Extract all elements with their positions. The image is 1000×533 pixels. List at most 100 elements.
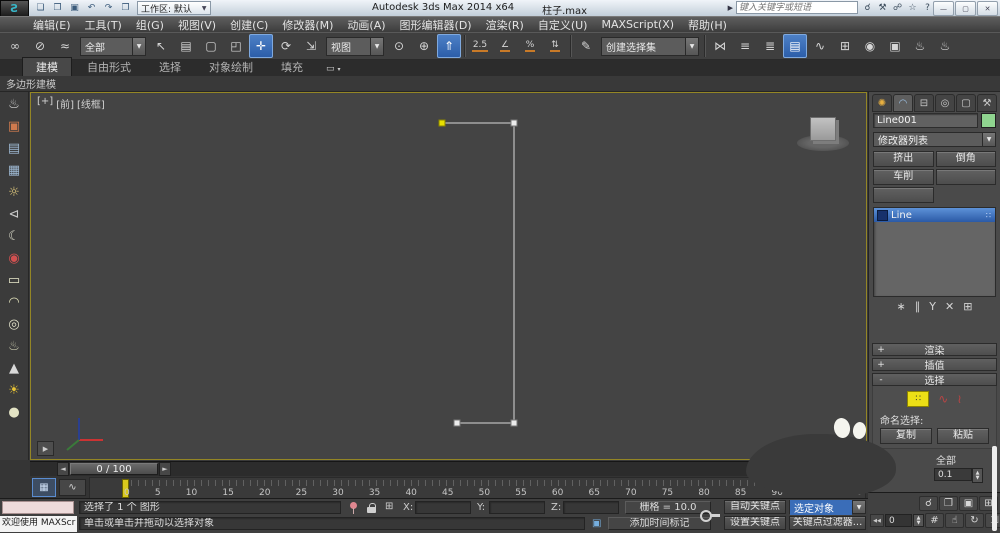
make-unique-icon[interactable]: Y bbox=[929, 300, 936, 313]
track-bar[interactable]: ▦ ∿ 0 5 10 15 20 25 30 35 40 45 50 55 60 65 70 75 80 85 90… bbox=[30, 476, 868, 499]
orbit-icon[interactable]: ↻ bbox=[965, 513, 984, 528]
zoom-region-icon[interactable]: # bbox=[925, 513, 944, 528]
menu-item[interactable]: 创建(C) bbox=[223, 17, 275, 33]
minimize-button[interactable]: — bbox=[933, 1, 954, 16]
display-tab-icon[interactable]: ▢ bbox=[956, 94, 976, 112]
search-icon[interactable]: ☌ bbox=[861, 3, 874, 13]
show-end-result-icon[interactable]: ∥ bbox=[915, 300, 921, 313]
snaps-toggle-icon[interactable]: 2.5 bbox=[468, 34, 492, 58]
subscription-icon[interactable]: ⚒ bbox=[876, 3, 889, 13]
modifier-stack[interactable]: Line ∷ bbox=[873, 207, 996, 297]
open-file-icon[interactable]: ❐ bbox=[50, 2, 65, 15]
x-coordinate-field[interactable] bbox=[415, 501, 471, 514]
material-editor-icon[interactable]: ▣ bbox=[4, 117, 24, 136]
menu-item[interactable]: 图形编辑器(D) bbox=[393, 17, 479, 33]
ribbon-tab[interactable]: 自由形式 bbox=[74, 58, 144, 76]
close-button[interactable]: ✕ bbox=[977, 1, 998, 16]
ring-icon[interactable]: ◎ bbox=[4, 315, 24, 334]
rollout-header[interactable]: - 选择 bbox=[872, 373, 997, 387]
ribbon-tab[interactable]: 建模 bbox=[22, 57, 72, 76]
mirror-icon[interactable]: ⋈ bbox=[708, 34, 732, 58]
mini-curve-editor-button[interactable]: ∿ bbox=[59, 479, 86, 496]
modify-tab-icon[interactable]: ◠ bbox=[893, 94, 913, 112]
all-radio-label[interactable]: 全部 bbox=[936, 452, 956, 467]
rectangular-selection-region-icon[interactable]: ▢ bbox=[199, 34, 223, 58]
app-logo-icon[interactable]: Ƨ bbox=[0, 0, 29, 17]
copy-button[interactable]: 复制 bbox=[880, 428, 932, 444]
rollout-header[interactable]: + 渲染 bbox=[872, 343, 997, 357]
reference-coordinate-system-dropdown[interactable]: 视图 ▼ bbox=[326, 36, 384, 56]
ribbon-tab[interactable]: 填充 bbox=[268, 58, 316, 76]
redo-icon[interactable]: ↷ bbox=[101, 2, 116, 15]
list-panel-icon[interactable]: ▤ bbox=[4, 139, 24, 158]
schematic-view-icon[interactable]: ⊞ bbox=[833, 34, 857, 58]
spline-subobject-icon[interactable]: ≀ bbox=[957, 392, 962, 406]
render-production-icon[interactable]: ♨ bbox=[908, 34, 932, 58]
remove-modifier-icon[interactable]: ✕ bbox=[945, 300, 954, 313]
menu-item[interactable]: 视图(V) bbox=[171, 17, 223, 33]
modifier-stack-item[interactable]: Line ∷ bbox=[874, 208, 995, 222]
menu-item[interactable]: 帮助(H) bbox=[681, 17, 734, 33]
zoom-extents-icon[interactable]: ▣ bbox=[959, 496, 978, 511]
cone-icon[interactable]: ▲ bbox=[4, 359, 24, 378]
toolbar-overflow-button[interactable]: ▶ bbox=[37, 441, 54, 456]
curve-editor-icon[interactable]: ∿ bbox=[808, 34, 832, 58]
adaptive-degradation-icon[interactable]: ▣ bbox=[592, 518, 601, 529]
object-color-swatch[interactable] bbox=[981, 113, 996, 128]
select-and-scale-icon[interactable]: ⇲ bbox=[299, 34, 323, 58]
unlink-selection-icon[interactable]: ⊘ bbox=[28, 34, 52, 58]
vertex-subobject-icon[interactable]: ∷ bbox=[907, 391, 930, 407]
modifier-set-button[interactable]: 挤出 bbox=[873, 151, 934, 167]
selection-range-button[interactable]: ▦ bbox=[32, 478, 56, 497]
front-viewport[interactable]: [+] [前] [线框] ▶ bbox=[30, 92, 867, 460]
modifier-list-dropdown[interactable]: 修改器列表 ▼ bbox=[873, 132, 996, 147]
object-name-field[interactable]: Line001 bbox=[873, 113, 978, 128]
dome-icon[interactable]: ◠ bbox=[4, 293, 24, 312]
motion-tab-icon[interactable]: ◎ bbox=[935, 94, 955, 112]
keyboard-override-toggle-icon[interactable]: ⇑ bbox=[437, 34, 461, 58]
modifier-set-button[interactable]: 车削 bbox=[873, 169, 934, 185]
time-slider-handle[interactable]: 0 / 100 bbox=[70, 463, 158, 475]
select-by-name-icon[interactable]: ▤ bbox=[174, 34, 198, 58]
render-setup-icon[interactable]: ◉ bbox=[858, 34, 882, 58]
menu-item[interactable]: 工具(T) bbox=[78, 17, 129, 33]
absolute-offset-mode-icon[interactable]: ⊞ bbox=[385, 501, 393, 512]
workspace-dropdown[interactable]: 工作区: 默认 ▼ bbox=[137, 1, 211, 15]
rollout-header[interactable]: + 插值 bbox=[872, 358, 997, 372]
select-and-move-icon[interactable]: ✛ bbox=[249, 34, 273, 58]
plane-icon[interactable]: ▭ bbox=[4, 271, 24, 290]
next-frame-icon[interactable]: ► bbox=[159, 462, 171, 476]
add-time-tag-button[interactable]: 添加时间标记 bbox=[608, 517, 711, 530]
window-crossing-icon[interactable]: ◰ bbox=[224, 34, 248, 58]
menu-item[interactable]: MAXScript(X) bbox=[594, 18, 681, 31]
frame-spinner-icon[interactable]: ▲ ▼ bbox=[913, 514, 924, 527]
viewcube[interactable] bbox=[793, 111, 853, 159]
new-file-icon[interactable]: ❏ bbox=[33, 2, 48, 15]
select-and-rotate-icon[interactable]: ⟳ bbox=[274, 34, 298, 58]
bind-to-space-warp-icon[interactable]: ≈ bbox=[53, 34, 77, 58]
pin-stack-icon[interactable]: ∗ bbox=[897, 300, 906, 313]
teapot-wire-icon[interactable]: ♨ bbox=[4, 337, 24, 356]
panel-scrollbar[interactable] bbox=[992, 446, 997, 531]
ribbon-panel-label[interactable]: 多边形建模 bbox=[6, 76, 56, 91]
percent-snap-icon[interactable]: % bbox=[518, 34, 542, 58]
auto-key-button[interactable]: 自动关键点 bbox=[724, 500, 786, 514]
current-frame-field[interactable]: 0 bbox=[885, 514, 912, 527]
isolate-selection-icon[interactable] bbox=[349, 502, 359, 514]
menu-item[interactable]: 渲染(R) bbox=[479, 17, 531, 33]
maxscript-mini-listener-input[interactable] bbox=[2, 501, 74, 514]
selection-filter-dropdown[interactable]: 全部 ▼ bbox=[80, 36, 146, 56]
angle-snap-icon[interactable]: ∠ bbox=[493, 34, 517, 58]
ribbon-tab[interactable]: 对象绘制 bbox=[196, 58, 266, 76]
project-folder-icon[interactable]: ❐ bbox=[118, 2, 133, 15]
moon-icon[interactable]: ☾ bbox=[4, 227, 24, 246]
align-icon[interactable]: ≡ bbox=[733, 34, 757, 58]
edit-named-selection-sets-icon[interactable]: ✎ bbox=[574, 34, 598, 58]
configure-modifier-sets-icon[interactable]: ⊞ bbox=[963, 300, 972, 313]
zoom-icon[interactable]: ☌ bbox=[919, 496, 938, 511]
spinner-arrows-icon[interactable]: ▲ ▼ bbox=[972, 468, 983, 483]
y-coordinate-field[interactable] bbox=[489, 501, 545, 514]
spreadsheet-icon[interactable]: ▦ bbox=[4, 161, 24, 180]
timeline-ruler[interactable]: 0510152025303540455055606570758085909510… bbox=[89, 477, 866, 499]
pan-icon[interactable]: ☝ bbox=[945, 513, 964, 528]
